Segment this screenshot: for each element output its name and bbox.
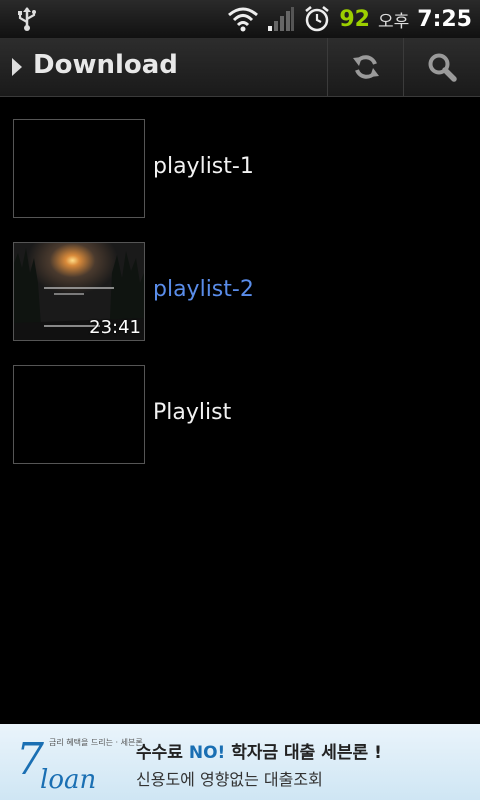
video-thumbnail: 23:41 [13, 242, 145, 341]
ad-tagline: 금리 혜택을 드리는 · 세븐론 [49, 738, 143, 747]
ad-subline: 신용도에 영향없는 대출조회 [136, 770, 323, 789]
list-item[interactable]: Playlist [0, 365, 480, 488]
ad-headline-brand: 세븐론 ! [321, 743, 382, 763]
usb-icon [18, 7, 36, 31]
video-duration: 23:41 [89, 317, 141, 338]
list-item[interactable]: 23:41 playlist-2 [0, 242, 480, 365]
refresh-button[interactable] [327, 38, 403, 96]
ad-banner[interactable]: 7 loan 금리 혜택을 드리는 · 세븐론 수수료 NO! 학자금 대출 세… [0, 724, 480, 800]
search-button[interactable] [403, 38, 479, 96]
ad-headline-part2: 학자금 대출 [225, 743, 322, 763]
status-bar: 92 오후 7:25 [0, 0, 480, 38]
wifi-icon [228, 7, 259, 32]
signal-icon [268, 7, 295, 31]
search-icon [428, 53, 457, 82]
page-title[interactable]: Download [33, 50, 178, 80]
ad-headline-part1: 수수료 [136, 743, 189, 763]
refresh-icon [352, 55, 379, 79]
list-item[interactable]: playlist-1 [0, 119, 480, 242]
item-label: Playlist [153, 400, 232, 425]
title-bar: Download [0, 38, 480, 97]
item-label: playlist-1 [153, 154, 254, 179]
battery-level: 92 [339, 6, 370, 32]
thumbnail [13, 119, 145, 218]
ad-headline-no: NO! [188, 743, 226, 763]
ad-headline: 수수료 NO! 학자금 대출 세븐론 ! [136, 738, 382, 763]
item-label: playlist-2 [153, 277, 254, 302]
expand-arrow-icon[interactable] [12, 58, 22, 76]
thumbnail [13, 365, 145, 464]
clock-time: 7:25 [417, 6, 472, 32]
alarm-icon [305, 6, 330, 32]
time-ampm: 오후 [377, 11, 410, 32]
ad-logo-text: loan [40, 765, 96, 794]
